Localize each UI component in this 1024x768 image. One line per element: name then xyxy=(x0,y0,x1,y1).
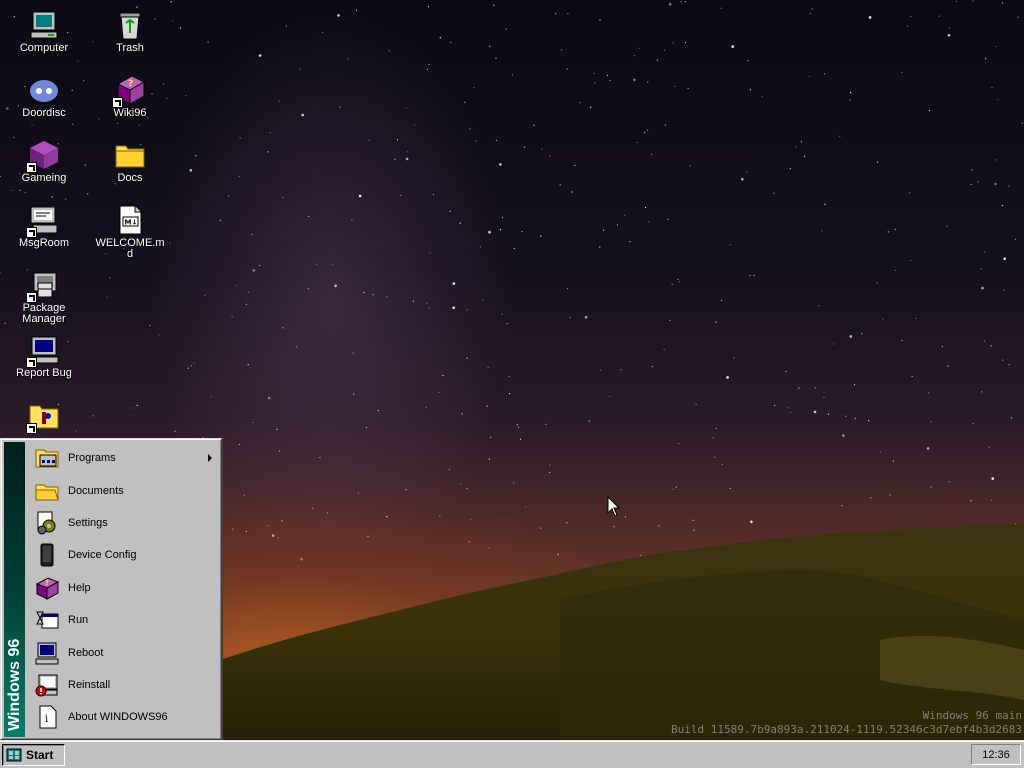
menu-item-label: Programs xyxy=(68,452,116,465)
start-logo-icon xyxy=(6,747,22,763)
menu-item-label: About WINDOWS96 xyxy=(68,711,168,724)
taskbar: Start 12:36 xyxy=(0,740,1024,768)
computer-icon xyxy=(28,9,60,41)
desktop-icon-label: Report Bug xyxy=(16,367,72,379)
discord-icon xyxy=(28,74,60,106)
menu-item-label: Reboot xyxy=(68,646,104,659)
desktop-icon-utility[interactable] xyxy=(9,400,79,434)
menu-item-label: Device Config xyxy=(68,549,137,562)
chat-computer-icon xyxy=(26,204,60,238)
reboot-icon xyxy=(35,641,59,665)
start-menu-banner-text: Windows 96 xyxy=(6,638,23,731)
menu-item-help[interactable]: ? Help xyxy=(28,572,218,604)
desktop-icon-computer[interactable]: Computer xyxy=(9,9,79,54)
desktop-icon-report-bug[interactable]: Report Bug xyxy=(9,334,79,379)
start-button[interactable]: Start xyxy=(2,744,65,766)
desktop-icon-label: Package Manager xyxy=(22,302,66,325)
report-bug-icon xyxy=(26,334,60,368)
markdown-file-icon: M↓ xyxy=(114,204,146,236)
desktop-icon-package-manager[interactable]: Package Manager xyxy=(9,269,79,325)
mouse-cursor-icon xyxy=(607,496,621,517)
system-tray: 12:36 xyxy=(971,744,1021,765)
device-config-icon xyxy=(35,543,59,567)
run-icon xyxy=(35,608,59,632)
desktop-icon-welcome[interactable]: M↓ WELCOME.md xyxy=(95,204,165,260)
svg-text:i: i xyxy=(45,714,48,725)
menu-item-reboot[interactable]: Reboot xyxy=(28,636,218,668)
game-cube-icon xyxy=(26,139,60,173)
utility-folder-icon xyxy=(26,400,60,434)
menu-item-reinstall[interactable]: Reinstall xyxy=(28,669,218,701)
desktop-icon-label: Trash xyxy=(116,42,144,54)
documents-icon xyxy=(35,479,59,503)
desktop-icon-trash[interactable]: Trash xyxy=(95,9,165,54)
build-watermark: Windows 96 main Build 11589.7b9a893a.211… xyxy=(671,709,1022,737)
start-button-label: Start xyxy=(26,748,54,762)
menu-item-label: Help xyxy=(68,581,91,594)
help-book-icon: ? xyxy=(112,74,146,108)
desktop-icon-label: Doordisc xyxy=(22,107,66,119)
svg-text:?: ? xyxy=(128,79,133,89)
desktop-icon-label: Gameing xyxy=(21,172,67,184)
menu-item-label: Documents xyxy=(68,484,124,497)
desktop-icon-label: Computer xyxy=(19,42,69,54)
desktop-icon-label: MsgRoom xyxy=(18,237,70,249)
watermark-build: Build 11589.7b9a893a.211024-1119.52346c3… xyxy=(671,723,1022,736)
menu-item-programs[interactable]: Programs xyxy=(28,442,218,474)
start-menu-banner: Windows 96 xyxy=(4,442,25,737)
desktop-icon-wiki96[interactable]: ? Wiki96 xyxy=(95,74,165,119)
desktop-icon-label: Docs xyxy=(117,172,143,184)
svg-text:M↓: M↓ xyxy=(125,219,138,227)
svg-text:?: ? xyxy=(45,579,49,587)
trash-icon xyxy=(114,9,146,41)
menu-item-settings[interactable]: Settings xyxy=(28,507,218,539)
start-menu-items: Programs Documents Settings Device Confi… xyxy=(28,442,218,734)
about-icon: i xyxy=(35,705,59,729)
menu-item-label: Run xyxy=(68,614,89,627)
desktop-icon-gameing[interactable]: Gameing xyxy=(9,139,79,184)
package-manager-icon xyxy=(26,269,60,303)
menu-item-device-config[interactable]: Device Config xyxy=(28,539,218,571)
menu-item-label: Settings xyxy=(68,516,108,529)
desktop-icon-label: WELCOME.md xyxy=(95,237,165,260)
programs-icon xyxy=(35,446,59,470)
help-icon: ? xyxy=(35,576,60,600)
menu-item-about[interactable]: i About WINDOWS96 xyxy=(28,701,218,733)
folder-icon xyxy=(114,139,146,171)
watermark-edition: Windows 96 main xyxy=(922,709,1022,722)
tray-clock[interactable]: 12:36 xyxy=(982,749,1010,761)
menu-item-documents[interactable]: Documents xyxy=(28,474,218,506)
menu-item-label: Reinstall xyxy=(68,678,111,691)
desktop-icon-msgroom[interactable]: MsgRoom xyxy=(9,204,79,249)
desktop-icon-doordisc[interactable]: Doordisc xyxy=(9,74,79,119)
reinstall-icon xyxy=(35,673,59,697)
desktop-icon-docs[interactable]: Docs xyxy=(95,139,165,184)
start-menu: Windows 96 Programs Documents Settings D… xyxy=(0,438,223,740)
settings-icon xyxy=(35,511,59,535)
submenu-arrow-icon xyxy=(208,454,212,462)
desktop-icon-label: Wiki96 xyxy=(113,107,147,119)
menu-item-run[interactable]: Run xyxy=(28,604,218,636)
